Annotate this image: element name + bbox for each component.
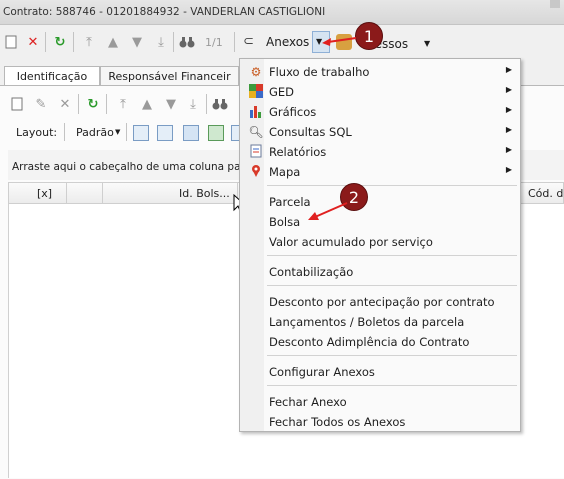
tab-responsavel-financeiro[interactable]: Responsável Financeir xyxy=(100,66,239,85)
layout-columns-icon[interactable] xyxy=(183,125,199,141)
submenu-arrow-icon: ▶ xyxy=(505,125,512,134)
menu-separator xyxy=(267,285,517,286)
layout-select[interactable]: Padrão xyxy=(76,126,114,139)
previous-record-icon[interactable]: ▲ xyxy=(104,33,122,51)
anexos-menu: ⚙ Fluxo de trabalho ▶ GED ▶ Gráficos ▶ 🔍… xyxy=(239,58,521,432)
new-icon[interactable] xyxy=(2,33,20,51)
annotation-arrow-1 xyxy=(322,37,357,46)
refresh-icon[interactable]: ↻ xyxy=(51,33,69,51)
group-hint-text: Arraste aqui o cabeçalho de uma coluna p… xyxy=(12,161,242,173)
submenu-arrow-icon: ▶ xyxy=(505,105,512,114)
submenu-arrow-icon: ▶ xyxy=(505,65,512,74)
inner-previous-icon[interactable]: ▲ xyxy=(138,95,156,113)
menu-item-consultas-sql[interactable]: 🔍︎ Consultas SQL ▶ xyxy=(242,122,518,142)
last-record-icon[interactable]: ⤓ xyxy=(152,33,170,51)
inner-binoculars-icon[interactable] xyxy=(211,95,229,113)
sql-query-icon: 🔍︎ xyxy=(248,125,264,139)
chart-icon xyxy=(248,104,264,120)
submenu-arrow-icon: ▶ xyxy=(505,145,512,154)
menu-item-fluxo-de-trabalho[interactable]: ⚙ Fluxo de trabalho ▶ xyxy=(242,62,518,82)
window-title: Contrato: 588746 - 01201884932 - VANDERL… xyxy=(3,6,326,18)
menu-separator xyxy=(267,385,517,386)
menu-item-desconto-adimplencia[interactable]: Desconto Adimplência do Contrato xyxy=(242,332,518,352)
column-header-select[interactable]: [x] xyxy=(37,187,52,200)
layout-grid-icon[interactable] xyxy=(133,125,149,141)
menu-item-contabilizacao[interactable]: Contabilização xyxy=(242,262,518,282)
menu-item-relatorios[interactable]: Relatórios ▶ xyxy=(242,142,518,162)
inner-next-icon[interactable]: ▼ xyxy=(162,95,180,113)
inner-refresh-icon[interactable]: ↻ xyxy=(84,95,102,113)
layout-export-icon[interactable] xyxy=(208,125,224,141)
annotation-arrow-2 xyxy=(308,202,348,220)
workflow-icon: ⚙ xyxy=(250,65,262,79)
inner-first-icon[interactable]: ⤒ xyxy=(114,95,132,113)
menu-item-valor-acumulado[interactable]: Valor acumulado por serviço xyxy=(242,232,518,252)
first-record-icon[interactable]: ⤒ xyxy=(80,33,98,51)
menu-item-ged[interactable]: GED ▶ xyxy=(242,82,518,102)
processos-chevron-icon[interactable]: ▼ xyxy=(424,39,430,48)
menu-item-bolsa[interactable]: Bolsa xyxy=(242,212,518,232)
column-header-cod[interactable]: Cód. da xyxy=(528,187,564,200)
inner-new-icon[interactable] xyxy=(8,95,26,113)
tab-identificacao[interactable]: Identificação xyxy=(4,66,100,85)
layout-label: Layout: xyxy=(16,126,58,139)
inner-edit-icon[interactable]: ✎ xyxy=(32,95,50,113)
submenu-arrow-icon: ▶ xyxy=(505,165,512,174)
paperclip-icon: ⊂ xyxy=(243,34,254,49)
next-record-icon[interactable]: ▼ xyxy=(128,33,146,51)
menu-item-desconto-antecipacao[interactable]: Desconto por antecipação por contrato xyxy=(242,292,518,312)
inner-delete-icon[interactable]: ✕ xyxy=(56,95,74,113)
report-icon xyxy=(248,144,264,160)
window-corner xyxy=(550,0,560,8)
menu-item-fechar-anexo[interactable]: Fechar Anexo xyxy=(242,392,518,412)
submenu-arrow-icon: ▶ xyxy=(505,85,512,94)
anexos-button[interactable]: ⊂ Anexos xyxy=(241,32,311,52)
inner-last-icon[interactable]: ⤓ xyxy=(184,95,202,113)
ged-icon xyxy=(248,84,264,100)
binoculars-icon[interactable] xyxy=(178,33,196,51)
anexos-label: Anexos xyxy=(266,35,310,49)
menu-separator xyxy=(267,185,517,186)
menu-item-graficos[interactable]: Gráficos ▶ xyxy=(242,102,518,122)
layout-chevron-icon[interactable]: ▼ xyxy=(115,128,120,136)
menu-item-fechar-todos[interactable]: Fechar Todos os Anexos xyxy=(242,412,518,432)
title-bar: Contrato: 588746 - 01201884932 - VANDERL… xyxy=(0,0,564,25)
map-pin-icon xyxy=(248,164,264,180)
page-counter: 1/1 xyxy=(205,36,223,49)
delete-icon[interactable]: ✕ xyxy=(24,33,42,51)
menu-item-parcela[interactable]: Parcela xyxy=(242,192,518,212)
menu-item-lancamentos-boletos[interactable]: Lançamentos / Boletos da parcela xyxy=(242,312,518,332)
menu-item-mapa[interactable]: Mapa ▶ xyxy=(242,162,518,182)
menu-item-configurar-anexos[interactable]: Configurar Anexos xyxy=(242,362,518,382)
menu-separator xyxy=(267,255,517,256)
menu-separator xyxy=(267,355,517,356)
layout-save-icon[interactable] xyxy=(157,125,173,141)
column-header-id-bolsa[interactable]: Id. Bols... xyxy=(179,187,230,200)
main-toolbar: ✕ ↻ ⤒ ▲ ▼ ⤓ 1/1 ⊂ Anexos ▼ cessos ▼ xyxy=(0,28,564,56)
